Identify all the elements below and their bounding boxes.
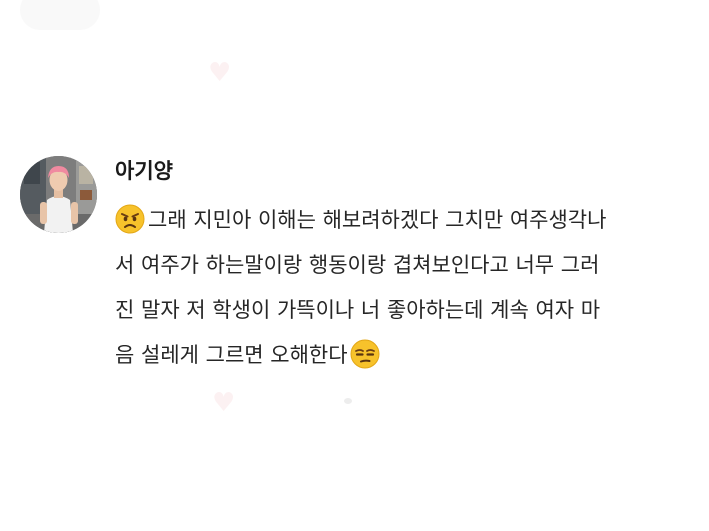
faded-heart-icon: ♥	[212, 388, 236, 418]
faded-previous-comment	[20, 0, 320, 40]
faded-heart-icon: ♥	[208, 58, 232, 88]
comment-line-3: 진 말자 저 학생이 가뜩이나 너 좋아하는데 계속 여자 마	[115, 288, 690, 333]
comment-text: 그래 지민아 이해는 해보려하겠다 그치만 여주생각나 서 여주가 하는말이랑 …	[115, 198, 690, 378]
unamused-face-icon	[350, 339, 380, 369]
comment-line-text: 진 말자 저 학생이 가뜩이나 너 좋아하는데 계속 여자 마	[115, 298, 601, 322]
faded-dot	[344, 398, 352, 404]
comment-line-2: 서 여주가 하는말이랑 행동이랑 겹쳐보인다고 너무 그러	[115, 243, 690, 288]
comment-username[interactable]: 아기양	[115, 156, 173, 186]
angry-face-icon	[115, 204, 145, 234]
comment-line-4: 음 설레게 그르면 오해한다	[115, 333, 690, 378]
comment-line-text: 그래 지민아 이해는 해보려하겠다 그치만 여주생각나	[148, 208, 607, 232]
avatar-photo-icon	[20, 156, 97, 233]
faded-avatar	[20, 0, 100, 30]
avatar[interactable]	[20, 156, 97, 233]
comment-line-text: 서 여주가 하는말이랑 행동이랑 겹쳐보인다고 너무 그러	[115, 253, 600, 277]
comment-line-1: 그래 지민아 이해는 해보려하겠다 그치만 여주생각나	[115, 198, 690, 243]
comment-line-text: 음 설레게 그르면 오해한다	[115, 343, 348, 367]
